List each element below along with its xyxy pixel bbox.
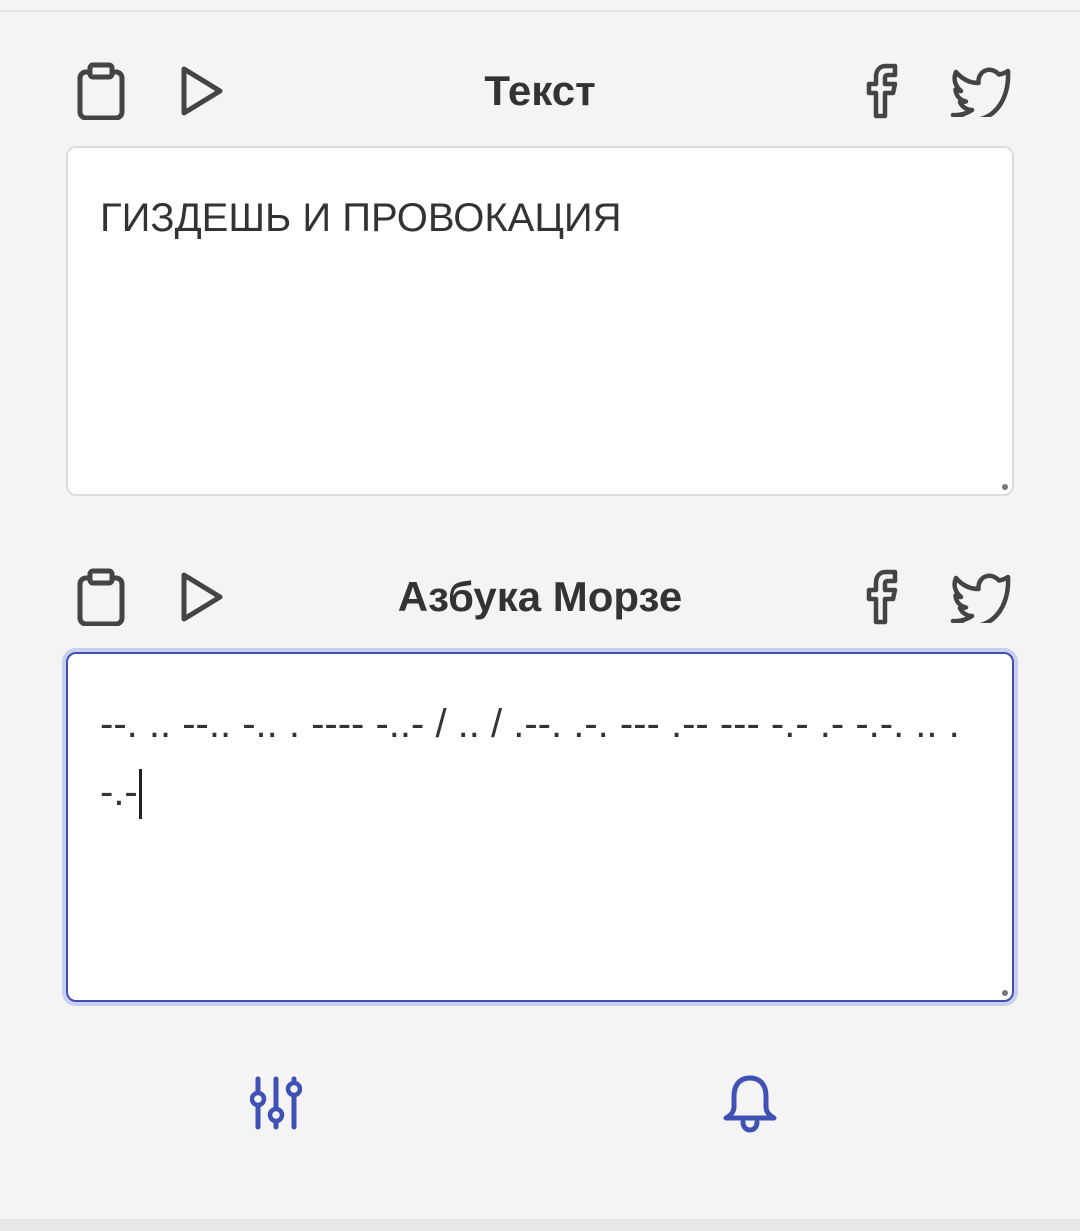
bell-icon: [723, 1075, 777, 1133]
source-text-input[interactable]: ГИЗДЕШЬ И ПРОВОКАЦИЯ: [66, 146, 1014, 496]
morse-text: --. .. --.. -.. . ---- -..- / .. / .--. …: [100, 702, 960, 814]
clipboard-icon: [77, 62, 125, 120]
settings-sliders-icon: [250, 1076, 302, 1130]
play-morse-button[interactable]: [166, 562, 236, 632]
settings-button[interactable]: [236, 1063, 316, 1143]
share-twitter-morse-button[interactable]: [946, 562, 1016, 632]
resize-handle[interactable]: [1002, 484, 1008, 490]
resize-handle[interactable]: [1002, 990, 1008, 996]
text-caret: [138, 769, 142, 820]
top-divider: [0, 0, 1080, 12]
clipboard-icon: [77, 568, 125, 626]
source-toolbar: Текст: [66, 56, 1014, 126]
source-text: ГИЗДЕШЬ И ПРОВОКАЦИЯ: [100, 196, 622, 240]
play-source-button[interactable]: [166, 56, 236, 126]
facebook-icon: [866, 63, 898, 119]
notifications-button[interactable]: [710, 1063, 790, 1143]
copy-source-button[interactable]: [66, 56, 136, 126]
twitter-icon: [950, 67, 1011, 117]
play-icon: [181, 66, 223, 116]
share-twitter-source-button[interactable]: [946, 56, 1016, 126]
play-icon: [181, 572, 223, 622]
morse-toolbar: Азбука Морзе: [66, 562, 1014, 632]
share-facebook-morse-button[interactable]: [850, 562, 920, 632]
twitter-icon: [950, 573, 1011, 623]
bottom-divider: [0, 1219, 1080, 1231]
share-facebook-source-button[interactable]: [850, 56, 920, 126]
facebook-icon: [866, 569, 898, 625]
morse-text-input[interactable]: --. .. --.. -.. . ---- -..- / .. / .--. …: [66, 652, 1014, 1002]
copy-morse-button[interactable]: [66, 562, 136, 632]
